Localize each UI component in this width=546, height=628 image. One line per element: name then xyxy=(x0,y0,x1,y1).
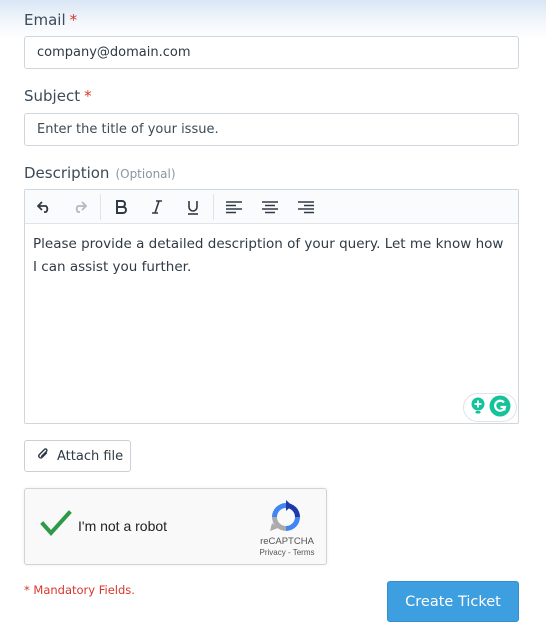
required-mark: * xyxy=(69,11,78,29)
grammarly-widget[interactable] xyxy=(463,393,517,422)
undo-icon[interactable] xyxy=(33,197,55,217)
description-editor: Please provide a detailed description of… xyxy=(24,189,519,424)
description-label: Description (Optional) xyxy=(24,164,176,182)
italic-icon[interactable] xyxy=(146,197,168,217)
description-label-text: Description xyxy=(24,164,110,182)
recaptcha-label: I'm not a robot xyxy=(78,518,168,534)
recaptcha-widget: I'm not a robot reCAPTCHA Privacy - Term… xyxy=(24,488,327,565)
bold-icon[interactable] xyxy=(110,197,132,217)
recaptcha-links[interactable]: Privacy - Terms xyxy=(251,548,323,557)
mandatory-note: * Mandatory Fields. xyxy=(24,583,135,597)
align-center-icon[interactable] xyxy=(259,197,281,217)
align-left-icon[interactable] xyxy=(223,197,245,217)
email-label: Email * xyxy=(24,11,77,29)
attach-file-button[interactable]: Attach file xyxy=(24,440,131,472)
subject-label: Subject * xyxy=(24,87,92,105)
description-textarea[interactable]: Please provide a detailed description of… xyxy=(33,233,504,279)
align-right-icon[interactable] xyxy=(295,197,317,217)
editor-toolbar xyxy=(25,190,518,224)
email-label-text: Email xyxy=(24,11,66,29)
subject-label-text: Subject xyxy=(24,87,81,105)
paperclip-icon xyxy=(37,447,49,466)
header-fade xyxy=(0,0,546,40)
grammarly-icon[interactable] xyxy=(489,395,511,421)
subject-field[interactable]: Enter the title of your issue. xyxy=(24,113,519,146)
required-mark: * xyxy=(84,87,92,105)
redo-icon[interactable] xyxy=(69,197,91,217)
toolbar-divider xyxy=(100,194,101,220)
lightbulb-icon[interactable] xyxy=(470,397,486,419)
attach-file-label: Attach file xyxy=(57,448,124,464)
email-field[interactable]: company@domain.com xyxy=(24,36,519,69)
create-ticket-button[interactable]: Create Ticket xyxy=(387,581,519,622)
underline-icon[interactable] xyxy=(182,197,204,217)
checkmark-icon xyxy=(40,510,72,536)
optional-note: (Optional) xyxy=(115,167,176,181)
recaptcha-checkbox[interactable] xyxy=(39,509,73,539)
recaptcha-logo-icon xyxy=(269,500,303,534)
toolbar-divider xyxy=(213,194,214,220)
create-ticket-label: Create Ticket xyxy=(405,593,501,610)
recaptcha-brand: reCAPTCHA xyxy=(260,536,314,547)
